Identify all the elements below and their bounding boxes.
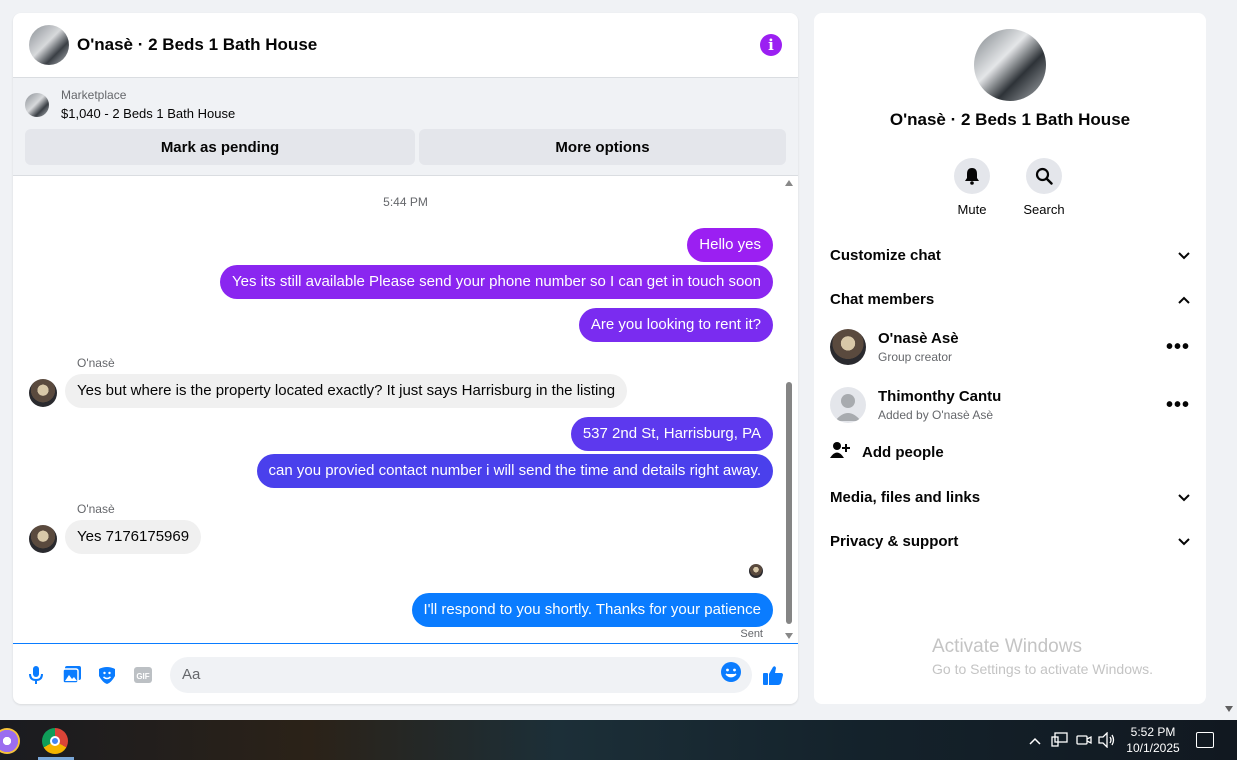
clock-time: 5:52 PM <box>1130 725 1176 739</box>
section-label: Customize chat <box>830 246 941 264</box>
chevron-down-icon <box>1178 247 1190 264</box>
seen-avatar <box>749 564 763 578</box>
search-icon[interactable] <box>1026 158 1062 194</box>
chat-panel: O'nasè · 2 Beds 1 Bath House i Marketpla… <box>13 13 798 704</box>
section-label: Media, files and links <box>830 488 981 506</box>
activate-windows-watermark: Activate Windows Go to Settings to activ… <box>932 636 1153 677</box>
app-icon[interactable] <box>0 728 20 754</box>
search-label: Search <box>1023 202 1065 217</box>
gif-icon[interactable]: GIF <box>132 664 154 686</box>
mute-label: Mute <box>957 202 987 217</box>
privacy-support-section[interactable]: Privacy & support <box>830 529 1190 553</box>
scroll-down-arrow-icon[interactable] <box>785 633 793 639</box>
message-input-wrapper <box>170 656 752 693</box>
chat-title[interactable]: O'nasè · 2 Beds 1 Bath House <box>77 35 317 55</box>
marketplace-listing: Marketplace $1,040 - 2 Beds 1 Bath House… <box>13 78 798 176</box>
meet-now-icon[interactable] <box>1076 732 1092 751</box>
message-input[interactable] <box>180 665 720 684</box>
info-icon[interactable]: i <box>760 34 782 56</box>
watermark-title: Activate Windows <box>932 636 1082 657</box>
sender-avatar[interactable] <box>29 525 57 553</box>
system-clock[interactable]: 5:52 PM 10/1/2025 <box>1124 724 1182 756</box>
customize-chat-section[interactable]: Customize chat <box>830 243 1190 267</box>
member-role: Added by O'nasè Asè <box>878 408 994 422</box>
media-files-links-section[interactable]: Media, files and links <box>830 485 1190 509</box>
outgoing-message[interactable]: Yes its still available Please send your… <box>220 265 773 299</box>
more-options-button[interactable]: More options <box>419 129 786 165</box>
add-people-label: Add people <box>862 443 944 461</box>
chrome-icon[interactable] <box>42 728 68 754</box>
page-scrollbar[interactable] <box>1221 0 1237 720</box>
add-person-icon <box>830 441 850 463</box>
incoming-message[interactable]: Yes 7176175969 <box>65 520 202 554</box>
sent-status: Sent <box>740 628 763 640</box>
chevron-up-icon <box>1178 291 1190 308</box>
message-timestamp: 5:44 PM <box>383 195 428 209</box>
outgoing-message[interactable]: can you provied contact number i will se… <box>256 454 773 488</box>
chevron-down-icon <box>1178 533 1190 550</box>
message-composer: GIF <box>13 643 798 704</box>
mark-as-pending-button[interactable]: Mark as pending <box>25 129 415 165</box>
mute-button[interactable]: Mute <box>942 158 1002 217</box>
chevron-down-icon <box>1178 489 1190 506</box>
more-options-icon[interactable]: ••• <box>1166 394 1190 417</box>
scroll-up-arrow-icon[interactable] <box>785 180 793 186</box>
chat-avatar[interactable] <box>29 25 69 65</box>
scrollbar-thumb[interactable] <box>786 382 792 624</box>
chat-info-panel: O'nasè · 2 Beds 1 Bath House Mute Search… <box>814 13 1206 704</box>
notification-center-icon[interactable] <box>1196 732 1214 748</box>
listing-price-title[interactable]: $1,040 - 2 Beds 1 Bath House <box>61 106 235 121</box>
messages-scrollbar[interactable] <box>785 176 793 643</box>
member-row[interactable]: Thimonthy Cantu Added by O'nasè Asè ••• <box>830 385 1190 425</box>
outgoing-message[interactable]: Are you looking to rent it? <box>578 308 773 342</box>
sender-name: O'nasè <box>77 502 115 516</box>
chat-header: O'nasè · 2 Beds 1 Bath House i <box>13 13 798 78</box>
chat-info-title: O'nasè · 2 Beds 1 Bath House <box>889 110 1131 129</box>
thumbs-up-icon[interactable] <box>762 664 784 686</box>
clock-date: 10/1/2025 <box>1126 741 1180 755</box>
member-name: Thimonthy Cantu <box>878 388 1002 405</box>
section-label: Privacy & support <box>830 532 959 550</box>
chat-info-avatar[interactable] <box>974 29 1046 101</box>
listing-category: Marketplace <box>61 88 127 102</box>
chevron-up-icon[interactable] <box>1029 732 1041 748</box>
outgoing-message[interactable]: 537 2nd St, Harrisburg, PA <box>570 417 773 451</box>
sender-avatar[interactable] <box>29 379 57 407</box>
member-row[interactable]: O'nasè Asè Group creator ••• <box>830 327 1190 367</box>
chat-members-section[interactable]: Chat members <box>830 287 1190 311</box>
outgoing-message[interactable]: Hello yes <box>687 228 773 262</box>
windows-taskbar: 5:52 PM 10/1/2025 <box>0 720 1237 760</box>
photo-icon[interactable] <box>61 664 83 686</box>
search-button[interactable]: Search <box>1014 158 1074 217</box>
sticker-icon[interactable] <box>97 664 119 686</box>
emoji-icon[interactable] <box>720 661 742 688</box>
member-avatar <box>830 329 866 365</box>
incoming-message[interactable]: Yes but where is the property located ex… <box>65 374 628 408</box>
member-avatar <box>830 387 866 423</box>
section-label: Chat members <box>830 290 935 308</box>
network-icon[interactable] <box>1051 732 1069 751</box>
message-list: 5:44 PM Hello yes Yes its still availabl… <box>13 176 798 643</box>
sender-name: O'nasè <box>77 356 115 370</box>
volume-icon[interactable] <box>1098 731 1116 751</box>
microphone-icon[interactable] <box>25 664 47 686</box>
member-role: Group creator <box>878 350 953 364</box>
listing-thumbnail[interactable] <box>25 92 49 117</box>
watermark-subtitle: Go to Settings to activate Windows. <box>932 661 1153 677</box>
outgoing-message[interactable]: I'll respond to you shortly. Thanks for … <box>411 593 773 627</box>
add-people-button[interactable]: Add people <box>830 441 944 463</box>
more-options-icon[interactable]: ••• <box>1166 336 1190 359</box>
svg-text:GIF: GIF <box>136 672 149 681</box>
bell-icon[interactable] <box>954 158 990 194</box>
member-name: O'nasè Asè <box>878 330 959 347</box>
